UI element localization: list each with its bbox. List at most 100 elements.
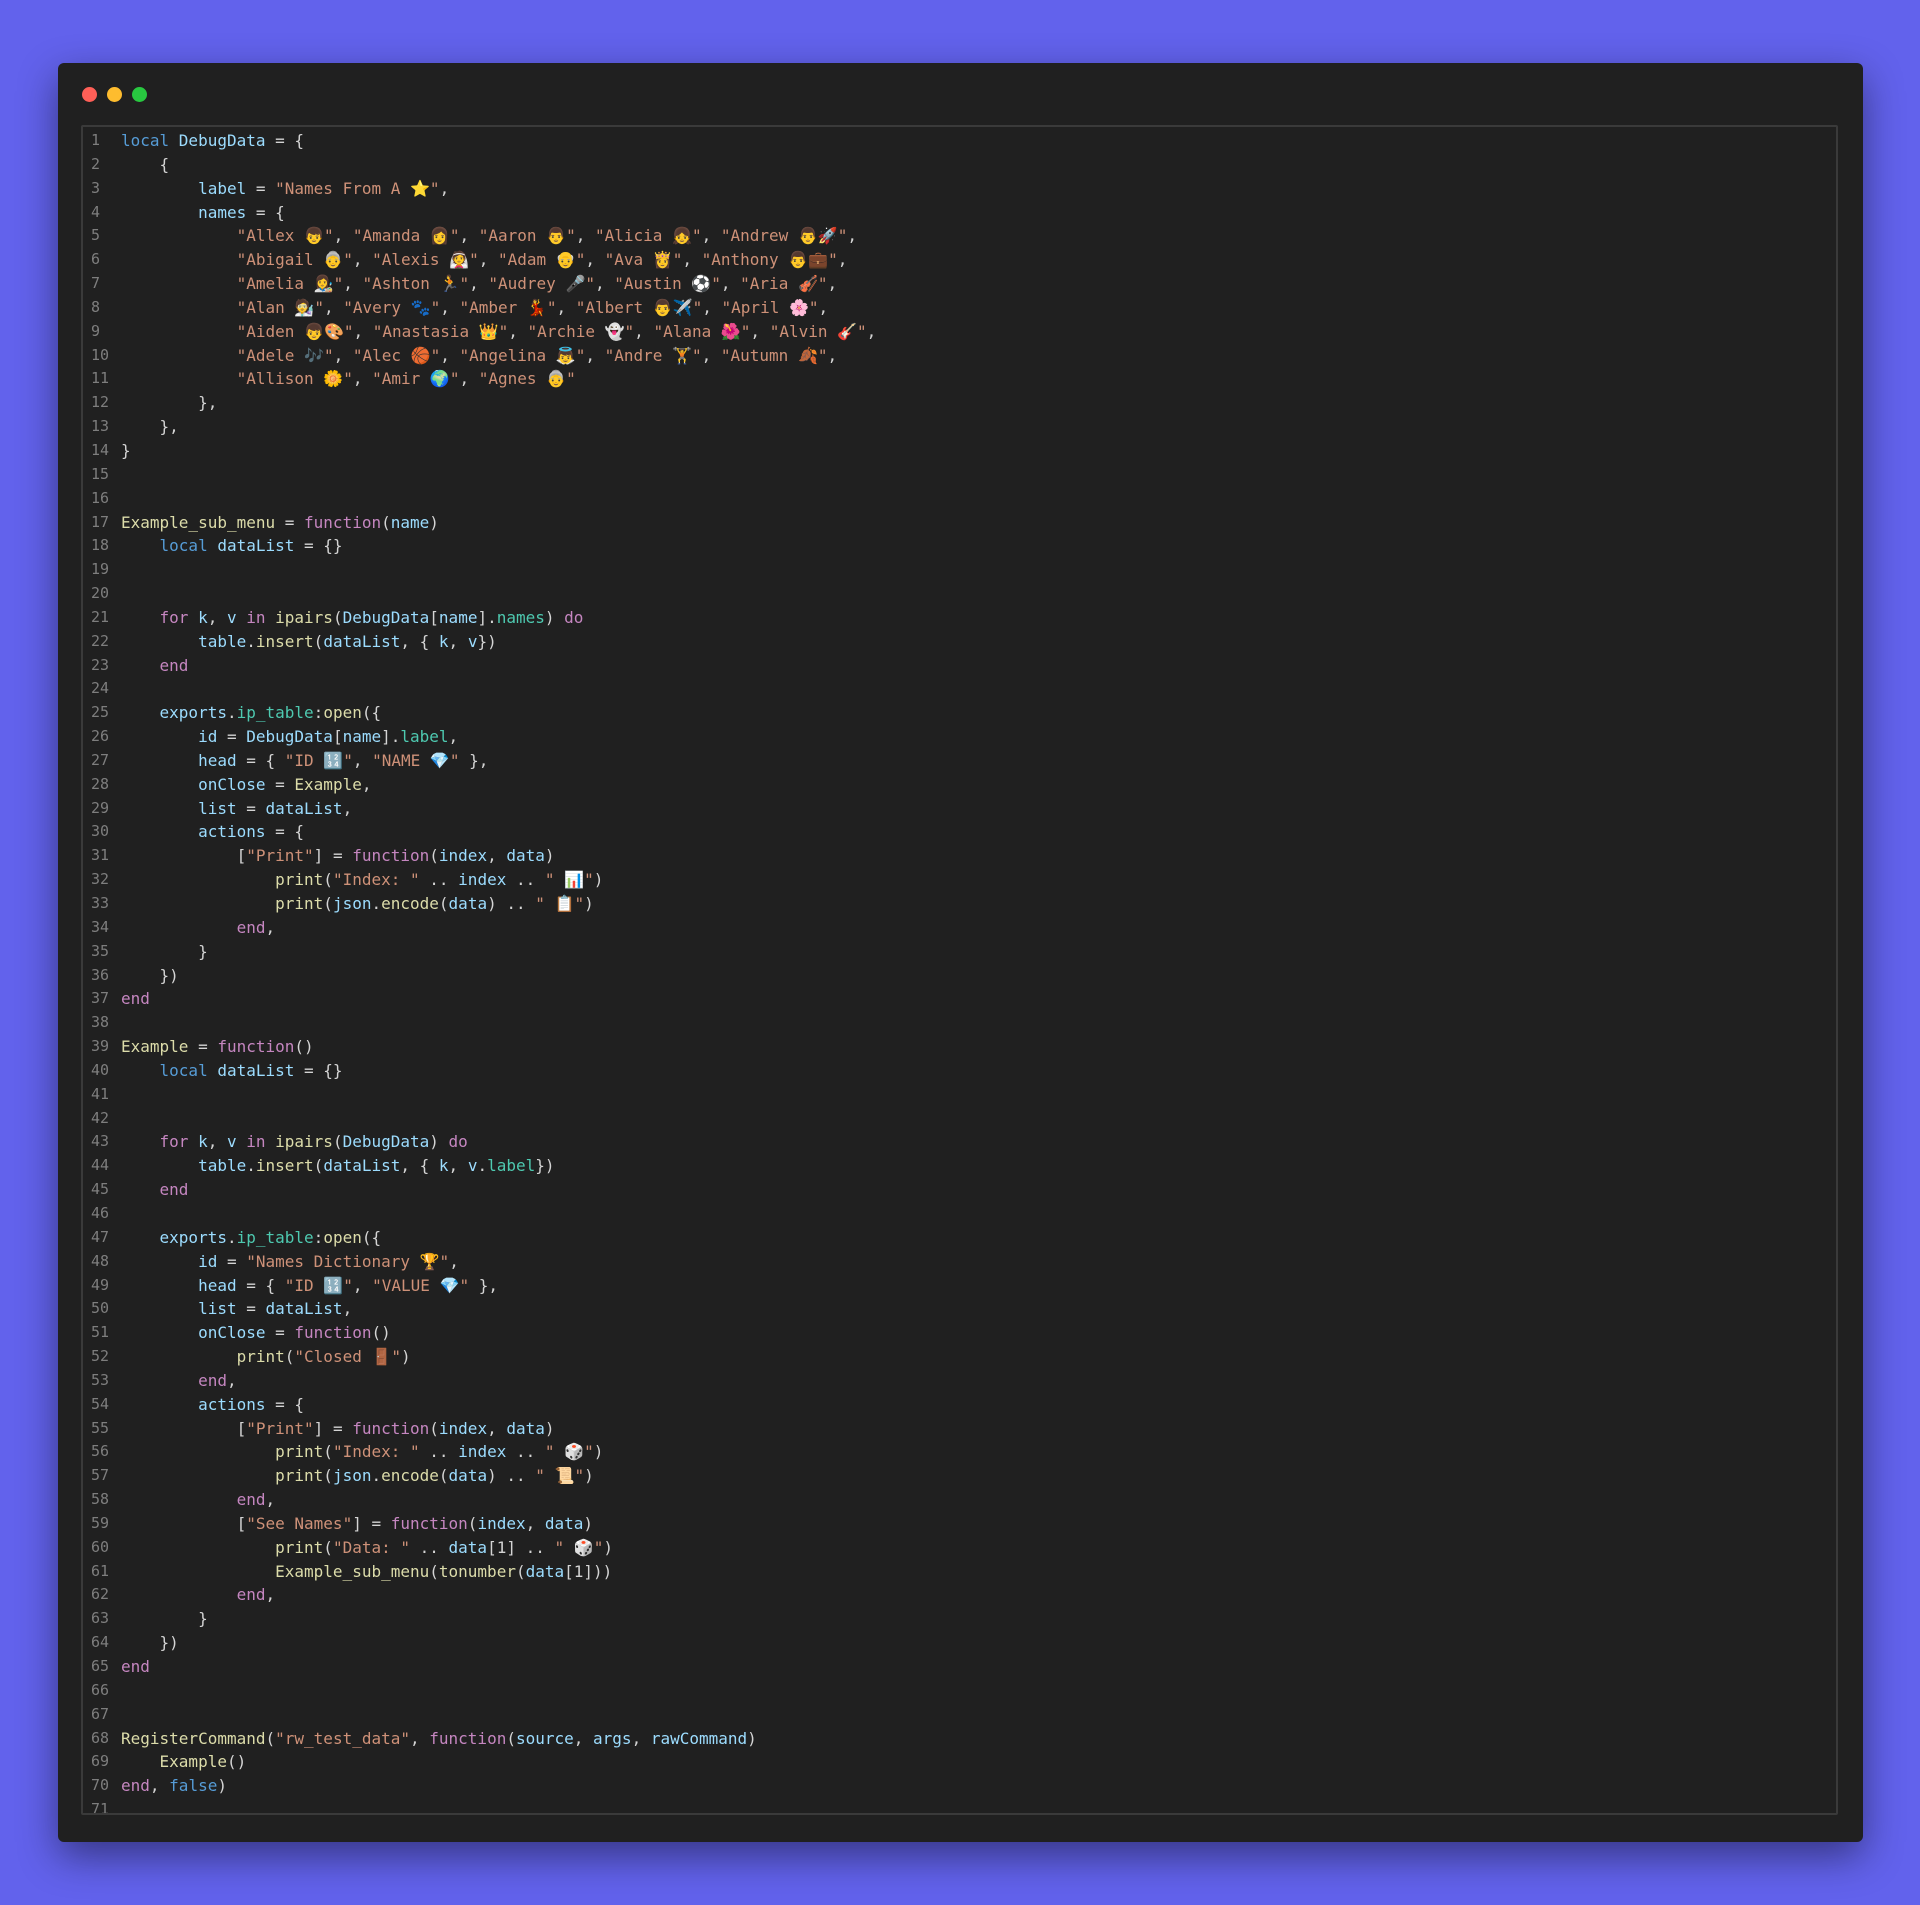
code-line: 71	[83, 1798, 1836, 1813]
code-editor[interactable]: 1 local DebugData = {2 {3 label = "Names …	[81, 125, 1838, 1815]
code-token: dataList	[265, 1299, 343, 1319]
code-token: },	[459, 750, 489, 770]
code-token: DebugData	[342, 1132, 430, 1152]
line-code: "Allex 👦", "Amanda 👩", "Aaron 👨", "Alici…	[119, 224, 857, 248]
code-token: print	[121, 1347, 285, 1367]
code-token: "Abigail 👵"	[121, 250, 353, 270]
line-number: 57	[91, 1466, 110, 1485]
code-line: 70 end, false)	[83, 1774, 1836, 1798]
code-line: 31 ["Print"] = function(index, data)	[83, 844, 1836, 868]
code-token: ,	[448, 727, 459, 747]
line-number: 58	[91, 1490, 110, 1509]
code-token: k	[438, 631, 449, 651]
code-token: insert	[255, 1156, 314, 1176]
code-token: .	[246, 631, 256, 651]
code-token: (	[313, 1156, 324, 1176]
code-line: 10 "Adele 🎶", "Alec 🏀", "Angelina 👼", "A…	[83, 344, 1836, 368]
code-token: "Avery 🐾"	[343, 297, 441, 317]
line-number: 14	[91, 440, 110, 459]
code-token: )	[593, 1442, 604, 1462]
code-token: "Alicia 👧"	[594, 226, 702, 246]
code-token: "Anastasia 👑"	[372, 321, 509, 341]
code-token: =	[217, 727, 247, 747]
code-line: 24	[83, 677, 1836, 701]
code-line: 40 local dataList = {}	[83, 1059, 1836, 1083]
code-token: Example	[121, 1037, 189, 1057]
line-number: 66	[91, 1680, 110, 1699]
code-line: 44 table.insert(dataList, { k, v.label})	[83, 1154, 1836, 1178]
code-token: "Adele 🎶"	[121, 345, 334, 365]
code-token: label	[121, 178, 247, 198]
code-token: "Amber 💃"	[459, 297, 557, 317]
line-number: 65	[91, 1657, 110, 1675]
code-token: ,	[478, 250, 498, 270]
code-token: ,	[449, 1251, 459, 1271]
code-line: 27 head = { "ID 🔢", "NAME 💎" },	[83, 749, 1836, 773]
code-token: = {	[265, 822, 305, 842]
code-line: 13 },	[83, 415, 1836, 439]
code-token: (	[515, 1561, 526, 1581]
code-token: "Alec 🏀"	[352, 345, 441, 365]
code-line: 29 list = dataList,	[83, 797, 1836, 821]
code-token: ,	[439, 178, 450, 198]
code-token: ,	[750, 321, 770, 341]
code-token: (	[381, 512, 391, 532]
code-token: "Ava 👸"	[604, 250, 683, 270]
code-token: id	[121, 727, 218, 747]
line-code: actions = {	[119, 820, 304, 844]
line-number: 2	[91, 154, 101, 173]
code-line: 30 actions = {	[83, 820, 1836, 844]
code-token: ip_table	[236, 1227, 314, 1247]
code-token: ,	[207, 607, 227, 627]
line-code: print(json.encode(data) .. " 📋")	[119, 892, 594, 916]
minimize-button[interactable]	[107, 87, 122, 102]
code-token: ,	[459, 369, 479, 389]
line-code: exports.ip_table:open({	[119, 1226, 382, 1250]
code-token: args	[593, 1728, 632, 1748]
code-token: "Aiden 👦🎨"	[121, 321, 354, 341]
code-token: "Autumn 🍂"	[720, 345, 828, 365]
line-number: 53	[91, 1370, 110, 1389]
close-button[interactable]	[82, 87, 97, 102]
line-code: actions = {	[119, 1393, 304, 1417]
code-token: "Print"	[246, 846, 314, 866]
code-token: "Index: "	[332, 1442, 420, 1462]
code-line: 2 {	[83, 153, 1836, 177]
line-number: 11	[91, 369, 110, 388]
code-token: data	[506, 1418, 545, 1438]
line-number: 50	[91, 1299, 110, 1318]
line-number: 30	[91, 822, 110, 841]
code-token: ].	[381, 727, 401, 747]
line-number: 44	[91, 1156, 110, 1175]
code-token: ,	[323, 297, 344, 317]
code-line: 26 id = DebugData[name].label,	[83, 725, 1836, 749]
code-token: actions	[121, 1394, 266, 1414]
code-token: [	[121, 1513, 247, 1533]
code-token: })	[477, 631, 497, 651]
line-number: 18	[91, 536, 110, 555]
window-controls	[82, 87, 147, 102]
line-code: print("Index: " .. index .. " 📊")	[119, 868, 603, 892]
maximize-button[interactable]	[132, 87, 147, 102]
code-token: function	[352, 846, 430, 866]
code-line: 47 exports.ip_table:open({	[83, 1226, 1836, 1250]
code-token: ,	[410, 1728, 430, 1748]
line-code: print("Closed 🚪")	[119, 1345, 411, 1369]
line-number: 67	[91, 1704, 110, 1723]
code-token: ,	[343, 274, 363, 294]
code-token: ,	[837, 250, 848, 270]
code-line: 3 label = "Names From A ⭐",	[83, 177, 1836, 201]
code-line: 22 table.insert(dataList, { k, v})	[83, 630, 1836, 654]
code-token: (	[467, 1513, 478, 1533]
code-line: 63 }	[83, 1607, 1836, 1631]
line-number: 33	[91, 894, 110, 912]
line-number: 3	[91, 178, 101, 197]
code-token: "Alexis 👰"	[372, 250, 479, 270]
code-token: )	[544, 607, 565, 627]
line-number: 59	[91, 1513, 110, 1532]
code-token: dataList	[265, 798, 343, 818]
